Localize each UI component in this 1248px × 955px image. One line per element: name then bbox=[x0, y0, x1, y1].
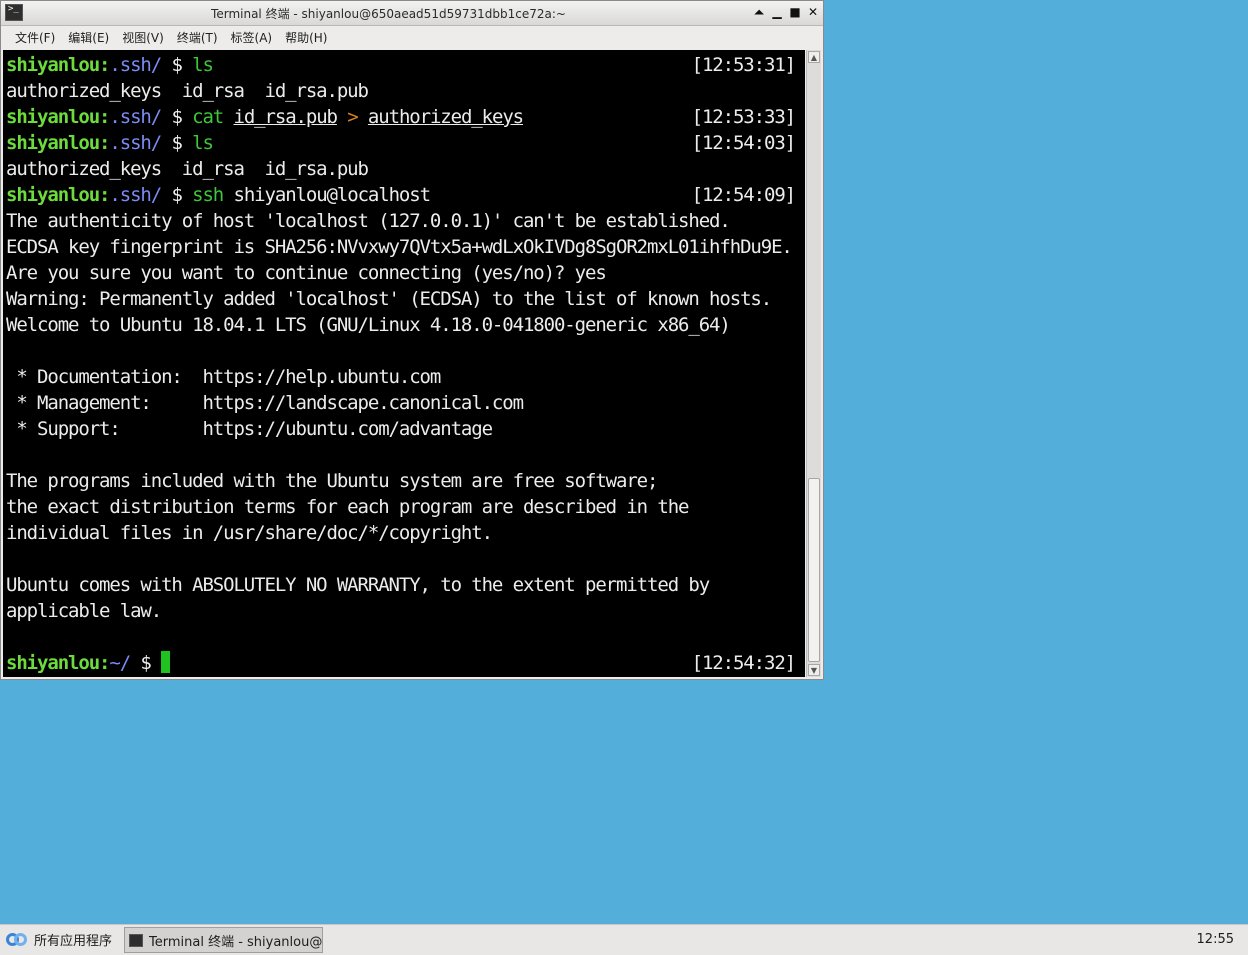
command: ls bbox=[192, 54, 214, 76]
taskbar-task-label: Terminal 终端 - shiyanlou@… bbox=[149, 934, 323, 950]
shade-icon[interactable]: ⏶ bbox=[751, 4, 767, 21]
prompt-line: shiyanlou:.ssh/ $ cat id_rsa.pub > autho… bbox=[6, 104, 524, 130]
output-line: Ubuntu comes with ABSOLUTELY NO WARRANTY… bbox=[6, 574, 710, 596]
command-arg: id_rsa.pub bbox=[233, 106, 338, 128]
prompt-dir: ~/ bbox=[109, 652, 131, 674]
prompt-dir: .ssh/ bbox=[109, 54, 162, 76]
output-line: authorized_keys id_rsa id_rsa.pub bbox=[6, 80, 369, 102]
output-line: * Documentation: https://help.ubuntu.com bbox=[6, 366, 441, 388]
menu-view[interactable]: 视图(V) bbox=[116, 29, 170, 46]
menu-terminal[interactable]: 终端(T) bbox=[171, 29, 224, 46]
menu-tabs[interactable]: 标签(A) bbox=[225, 29, 279, 46]
output-line: Are you sure you want to continue connec… bbox=[6, 262, 607, 284]
prompt-line: shiyanlou:.ssh/ $ ssh shiyanlou@localhos… bbox=[6, 182, 432, 208]
window-title: Terminal 终端 - shiyanlou@650aead51d59731d… bbox=[211, 7, 566, 21]
applications-menu-button[interactable]: 所有应用程序 bbox=[6, 930, 112, 949]
prompt-line: shiyanlou:~/ $ bbox=[6, 650, 171, 676]
command: cat bbox=[192, 106, 224, 128]
taskbar: 所有应用程序 Terminal 终端 - shiyanlou@… 12:55 bbox=[0, 924, 1248, 955]
scroll-thumb[interactable] bbox=[808, 478, 820, 662]
redirect-operator: > bbox=[347, 106, 358, 128]
timestamp: [12:54:32] bbox=[691, 652, 796, 674]
prompt-line: shiyanlou:.ssh/ $ ls bbox=[6, 52, 214, 78]
applications-label: 所有应用程序 bbox=[34, 934, 113, 949]
prompt-symbol: $ bbox=[171, 106, 182, 128]
command-arg: authorized_keys bbox=[367, 106, 524, 128]
scroll-down-icon[interactable]: ▼ bbox=[808, 664, 820, 676]
prompt-symbol: $ bbox=[140, 652, 151, 674]
prompt-symbol: $ bbox=[171, 184, 182, 206]
timestamp: [12:53:33] bbox=[691, 106, 796, 128]
terminal-window[interactable]: Terminal 终端 - shiyanlou@650aead51d59731d… bbox=[0, 0, 824, 680]
prompt-user: shiyanlou: bbox=[6, 132, 110, 154]
terminal-icon bbox=[129, 933, 143, 947]
terminal-output[interactable]: shiyanlou:.ssh/ $ ls [12:53:31] authoriz… bbox=[3, 50, 805, 677]
vertical-scrollbar[interactable]: ▲ ▼ bbox=[806, 50, 821, 677]
prompt-line: shiyanlou:.ssh/ $ ls bbox=[6, 130, 214, 156]
output-line: The programs included with the Ubuntu sy… bbox=[6, 470, 658, 492]
cursor[interactable] bbox=[161, 651, 171, 673]
output-line: Welcome to Ubuntu 18.04.1 LTS (GNU/Linux… bbox=[6, 314, 731, 336]
menu-edit[interactable]: 编辑(E) bbox=[62, 29, 115, 46]
close-icon[interactable]: ✕ bbox=[805, 4, 821, 21]
minimize-icon[interactable]: ▁ bbox=[769, 4, 785, 21]
output-line: The authenticity of host 'localhost (127… bbox=[6, 210, 731, 232]
output-line: * Support: https://ubuntu.com/advantage bbox=[6, 418, 493, 440]
scroll-up-icon[interactable]: ▲ bbox=[808, 51, 820, 63]
command-arg: shiyanlou@localhost bbox=[233, 184, 432, 206]
applications-icon bbox=[6, 931, 28, 949]
taskbar-terminal-button[interactable]: Terminal 终端 - shiyanlou@… bbox=[124, 927, 323, 953]
output-line: authorized_keys id_rsa id_rsa.pub bbox=[6, 158, 369, 180]
output-line: the exact distribution terms for each pr… bbox=[6, 496, 689, 518]
command: ssh bbox=[192, 184, 224, 206]
output-line: individual files in /usr/share/doc/*/cop… bbox=[6, 522, 493, 544]
title-bar[interactable]: Terminal 终端 - shiyanlou@650aead51d59731d… bbox=[1, 1, 823, 26]
output-line: applicable law. bbox=[6, 600, 162, 622]
prompt-user: shiyanlou: bbox=[6, 106, 110, 128]
clock[interactable]: 12:55 bbox=[1197, 932, 1234, 947]
prompt-dir: .ssh/ bbox=[109, 132, 162, 154]
maximize-icon[interactable]: ■ bbox=[787, 4, 803, 21]
timestamp: [12:54:09] bbox=[691, 184, 796, 206]
prompt-user: shiyanlou: bbox=[6, 54, 110, 76]
prompt-user: shiyanlou: bbox=[6, 652, 110, 674]
output-line: ECDSA key fingerprint is SHA256:NVvxwy7Q… bbox=[6, 236, 793, 258]
prompt-dir: .ssh/ bbox=[109, 106, 162, 128]
menu-help[interactable]: 帮助(H) bbox=[279, 29, 333, 46]
output-line: Warning: Permanently added 'localhost' (… bbox=[6, 288, 772, 310]
command: ls bbox=[192, 132, 214, 154]
menu-bar: 文件(F) 编辑(E) 视图(V) 终端(T) 标签(A) 帮助(H) bbox=[1, 26, 823, 49]
timestamp: [12:54:03] bbox=[691, 132, 796, 154]
prompt-symbol: $ bbox=[171, 54, 182, 76]
menu-file[interactable]: 文件(F) bbox=[9, 29, 61, 46]
output-line: * Management: https://landscape.canonica… bbox=[6, 392, 524, 414]
timestamp: [12:53:31] bbox=[691, 54, 796, 76]
prompt-dir: .ssh/ bbox=[109, 184, 162, 206]
prompt-symbol: $ bbox=[171, 132, 182, 154]
window-controls: ⏶ ▁ ■ ✕ bbox=[751, 4, 821, 21]
prompt-user: shiyanlou: bbox=[6, 184, 110, 206]
